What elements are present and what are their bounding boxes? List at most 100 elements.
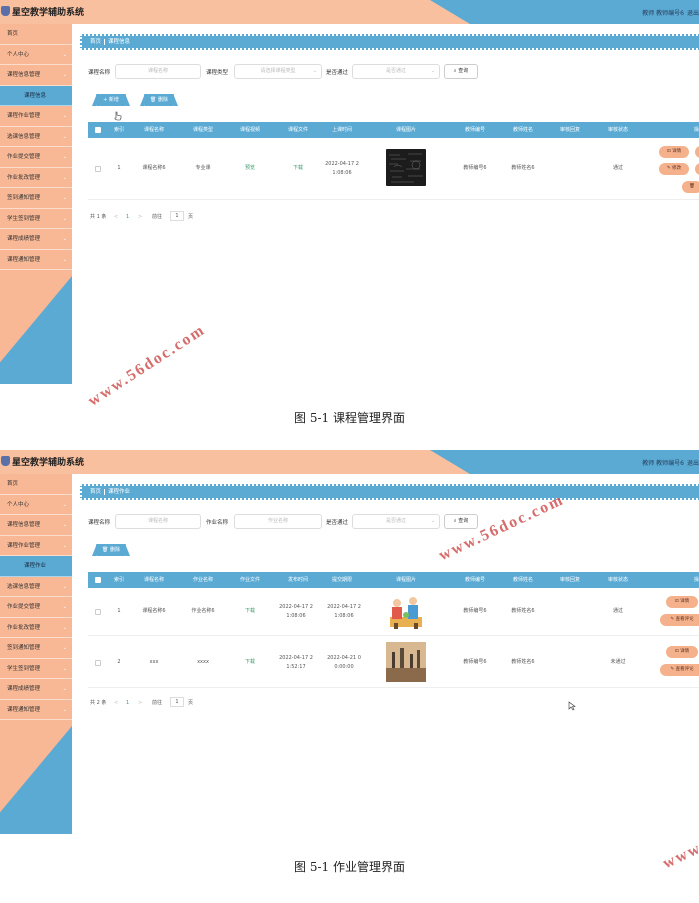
row-review-status: 未通过 [610, 659, 626, 665]
sidebar-item-label: 首页 [7, 481, 19, 487]
detail-button[interactable]: ⊡ 详情 [666, 646, 698, 658]
delete-label: 删除 [157, 97, 168, 103]
row-checkbox[interactable] [95, 166, 101, 172]
header-peach-band [0, 0, 470, 24]
table-row: 1 课程名称6 专业课 预览 下载 2022-04-17 2 1:08:06 教… [88, 138, 699, 200]
next-page-button[interactable]: > [138, 698, 142, 708]
breadcrumb-home[interactable]: 首页 [90, 39, 101, 45]
edit-button[interactable]: ✎ 修改 [659, 163, 689, 175]
sidebar-item[interactable]: 课程通知管理 ⌄ [0, 700, 72, 720]
row-checkbox[interactable] [95, 660, 101, 666]
course-name-input[interactable]: 课程名称 [115, 64, 201, 79]
column-header: 操作 [693, 577, 699, 583]
goto-page-input[interactable]: 1 [170, 211, 184, 221]
sidebar-item[interactable]: 首页 [0, 474, 72, 495]
sidebar-item-label: 课程通知管理 [7, 256, 41, 263]
breadcrumb: 首页 课程作业 [80, 484, 699, 500]
row-checkbox[interactable] [95, 609, 101, 615]
sidebar-item-label: 选课信息管理 [7, 583, 41, 590]
next-page-button[interactable]: > [138, 212, 142, 222]
sidebar-item[interactable]: 选课信息管理 ⌄ [0, 127, 72, 147]
page-number[interactable]: 1 [126, 698, 129, 708]
row-publish-time-2: 1:08:06 [286, 613, 306, 619]
passed-placeholder: 是否通过 [385, 518, 406, 524]
detail-label: 详情 [672, 149, 682, 154]
sidebar-item[interactable]: 学生签到管理 ⌄ [0, 209, 72, 229]
sidebar-item[interactable]: 作业提交管理 ⌄ [0, 597, 72, 618]
column-header: 索引 [113, 127, 124, 133]
row-deadline-2: 1:08:06 [334, 613, 354, 619]
goto-page-input[interactable]: 1 [170, 697, 184, 707]
delete-button[interactable]: 🗑 删除 [144, 94, 174, 106]
sidebar-item-label: 学生签到管理 [7, 215, 41, 222]
row-homework-name: xxxx [197, 659, 209, 665]
sidebar-item[interactable]: 课程通知管理 ⌄ [0, 250, 72, 270]
sidebar-item[interactable]: 课程成绩管理 ⌄ [0, 679, 72, 700]
sidebar-item-label: 课程信息管理 [7, 72, 41, 78]
sidebar-item[interactable]: 课程作业管理 ⌄ [0, 106, 72, 127]
delete-button[interactable]: 🗑 删除 [96, 544, 126, 556]
chevron-down-icon: ⌄ [62, 174, 67, 181]
sidebar-item[interactable]: 作业批改管理 ⌄ [0, 618, 72, 638]
column-header: 课程类型 [192, 127, 213, 133]
view-comments-button[interactable]: ✎ 查看评论 [660, 664, 699, 676]
sidebar-item[interactable]: 课程信息管理 ⌄ [0, 515, 72, 536]
detail-button[interactable]: ⊡ 详情 [659, 146, 689, 158]
sidebar-item[interactable]: 个人中心 ⌄ [0, 495, 72, 515]
breadcrumb-home[interactable]: 首页 [90, 489, 101, 495]
sidebar-item[interactable]: 课程信息管理 ⌄ [0, 65, 72, 86]
course-type-select[interactable]: 请选择课程类型 ⌄ [234, 64, 322, 79]
select-all-checkbox[interactable] [95, 577, 101, 583]
logout-link[interactable]: 退出登录 [687, 458, 699, 467]
sidebar-item[interactable]: 签到通知管理 ⌄ [0, 188, 72, 209]
sidebar-decoration [0, 276, 72, 384]
course-name-input[interactable]: 课程名称 [115, 514, 201, 529]
sidebar-item[interactable]: 作业批改管理 ⌄ [0, 168, 72, 188]
sidebar-item[interactable]: 课程信息 [0, 85, 72, 106]
row-deadline-1: 2022-04-21 0 [327, 655, 361, 661]
homework-management-screenshot: 星空教学辅助系统 教师 教师编号6 退出登录 首页个人中心⌄课程信息管理⌄课程作… [0, 450, 699, 834]
sidebar-item[interactable]: 课程作业管理 ⌄ [0, 536, 72, 556]
view-comments-button[interactable]: ✎ 查看评论 [660, 614, 699, 626]
column-header: 操作 [693, 127, 699, 133]
passed-select[interactable]: 是否通过 ⌄ [352, 64, 440, 79]
homework-name-input[interactable]: 作业名称 [234, 514, 322, 529]
sidebar-item-label: 选课信息管理 [7, 133, 41, 140]
delete-row-button[interactable]: 🗑 [682, 181, 699, 193]
goto-label: 前往 [152, 214, 163, 220]
query-button[interactable]: ⌕ 查询 [444, 514, 478, 529]
chevron-down-icon: ⌄ [62, 51, 67, 58]
sidebar-item[interactable]: 签到通知管理 ⌄ [0, 638, 72, 659]
download-link[interactable]: 下载 [278, 164, 318, 173]
sidebar-item[interactable]: 课程作业 [0, 556, 72, 577]
detail-button[interactable]: ⊡ 详情 [666, 596, 698, 608]
sidebar-item[interactable]: 课程成绩管理 ⌄ [0, 229, 72, 250]
logout-link[interactable]: 退出登录 [687, 8, 699, 17]
download-link[interactable]: 下载 [230, 658, 270, 667]
row-publish-time-1: 2022-04-17 2 [279, 655, 313, 661]
breadcrumb-current: 课程作业 [108, 489, 131, 495]
prev-page-button[interactable]: < [114, 698, 118, 708]
sidebar-item[interactable]: 首页 [0, 24, 72, 45]
passed-select[interactable]: 是否通过 ⌄ [352, 514, 440, 529]
sidebar-item[interactable]: 选课信息管理 ⌄ [0, 577, 72, 597]
sidebar-item[interactable]: 个人中心 ⌄ [0, 45, 72, 65]
add-button[interactable]: + 新增 [96, 94, 126, 106]
download-link[interactable]: 下载 [230, 607, 270, 616]
chevron-down-icon: ⌄ [430, 68, 435, 74]
delete-label: 删除 [109, 547, 120, 553]
preview-link[interactable]: 预览 [230, 164, 270, 173]
sidebar-item[interactable]: 作业提交管理 ⌄ [0, 147, 72, 168]
more-button[interactable] [695, 163, 699, 175]
column-header: 教师姓名 [512, 577, 533, 583]
top-header: 星空教学辅助系统 教师 教师编号6 退出登录 [0, 0, 699, 24]
query-button[interactable]: ⌕ 查询 [444, 64, 478, 79]
sidebar-item[interactable]: 学生签到管理 ⌄ [0, 659, 72, 679]
select-all-checkbox[interactable] [95, 127, 101, 133]
prev-page-button[interactable]: < [114, 212, 118, 222]
breadcrumb-separator [104, 38, 106, 45]
column-header: 提交期限 [331, 577, 352, 583]
page-number[interactable]: 1 [126, 212, 129, 222]
more-button[interactable] [695, 146, 699, 158]
breadcrumb-current: 课程信息 [108, 39, 131, 45]
